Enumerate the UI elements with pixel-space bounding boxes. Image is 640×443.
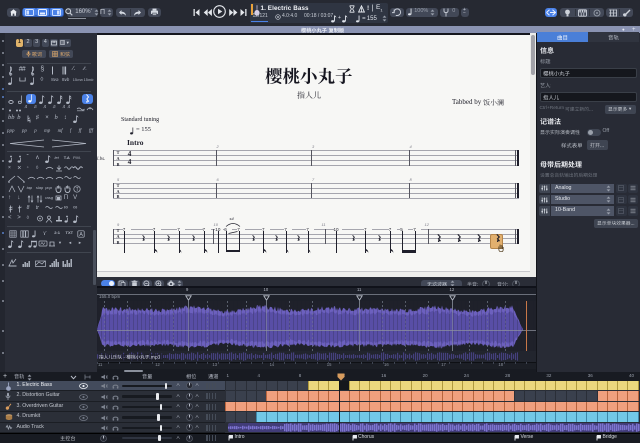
- svg-text:T: T: [76, 187, 79, 193]
- svg-text:A: A: [79, 232, 83, 238]
